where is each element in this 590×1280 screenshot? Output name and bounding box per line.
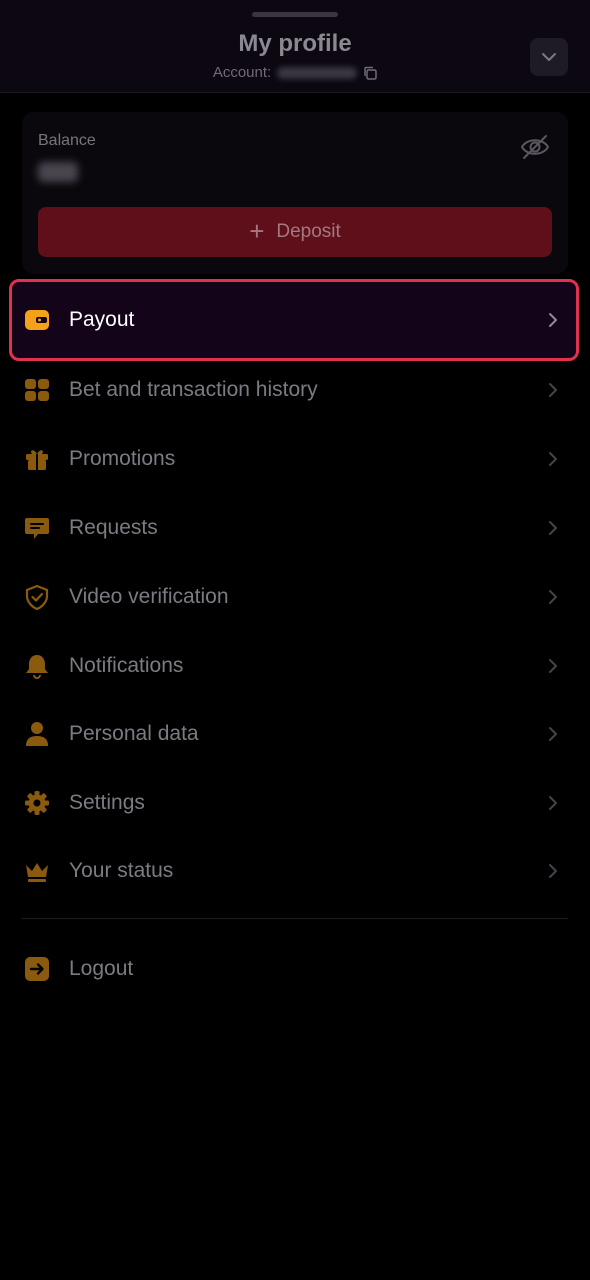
profile-header: My profile Account: [0, 0, 590, 93]
menu-item-video-verification[interactable]: Video verification [0, 567, 590, 627]
menu-item-settings[interactable]: Settings [0, 773, 590, 833]
menu-item-your-status[interactable]: Your status [0, 841, 590, 901]
plus-icon: + [249, 216, 265, 246]
menu-item-label: Payout [69, 308, 135, 331]
menu-item-requests[interactable]: Requests [0, 498, 590, 558]
chat-icon [25, 518, 49, 539]
history-icon [25, 379, 49, 401]
menu-item-label: Promotions [69, 447, 176, 470]
chevron-right-icon [549, 521, 557, 535]
chevron-right-icon [549, 727, 557, 741]
account-label: Account: [212, 64, 272, 81]
page-title: My profile [238, 30, 352, 57]
menu-item-promotions[interactable]: Promotions [0, 429, 590, 489]
divider [22, 918, 568, 919]
chevron-right-icon [549, 590, 557, 604]
chevron-down-icon [542, 53, 556, 61]
menu-item-notifications[interactable]: Notifications [0, 636, 590, 696]
drag-handle[interactable] [252, 12, 338, 17]
balance-label: Balance [38, 132, 96, 149]
menu-item-payout[interactable]: Payout [9, 279, 579, 361]
menu-item-label: Video verification [69, 585, 229, 608]
account-row: Account: [0, 64, 590, 81]
gear-icon [25, 791, 49, 815]
menu-item-label: Your status [69, 859, 174, 882]
chevron-right-icon [549, 313, 557, 327]
logout-icon [25, 957, 49, 981]
gift-icon [26, 450, 48, 470]
account-number-hidden [277, 66, 358, 79]
chevron-right-icon [549, 383, 557, 397]
eye-off-icon[interactable] [520, 134, 550, 160]
deposit-label: Deposit [276, 221, 341, 242]
balance-card: Balance + Deposit [22, 112, 568, 274]
deposit-button[interactable]: + Deposit [38, 207, 552, 257]
menu-item-bet-history[interactable]: Bet and transaction history [0, 360, 590, 420]
balance-value-hidden [38, 162, 78, 182]
menu-item-personal-data[interactable]: Personal data [0, 704, 590, 764]
collapse-button[interactable] [530, 38, 568, 76]
chevron-right-icon [549, 796, 557, 810]
user-icon [26, 722, 48, 746]
shield-check-icon [25, 584, 49, 610]
menu-item-label: Notifications [69, 654, 184, 677]
crown-icon [26, 863, 48, 882]
logout-button[interactable]: Logout [0, 939, 590, 999]
logout-label: Logout [69, 957, 134, 980]
chevron-right-icon [549, 864, 557, 878]
chevron-right-icon [549, 452, 557, 466]
menu-item-label: Personal data [69, 722, 199, 745]
wallet-icon [25, 310, 49, 330]
menu-item-label: Bet and transaction history [69, 378, 318, 401]
menu-item-label: Settings [69, 791, 145, 814]
chevron-right-icon [549, 659, 557, 673]
menu-item-label: Requests [69, 516, 158, 539]
copy-icon[interactable] [363, 66, 377, 80]
bell-icon [26, 655, 48, 679]
